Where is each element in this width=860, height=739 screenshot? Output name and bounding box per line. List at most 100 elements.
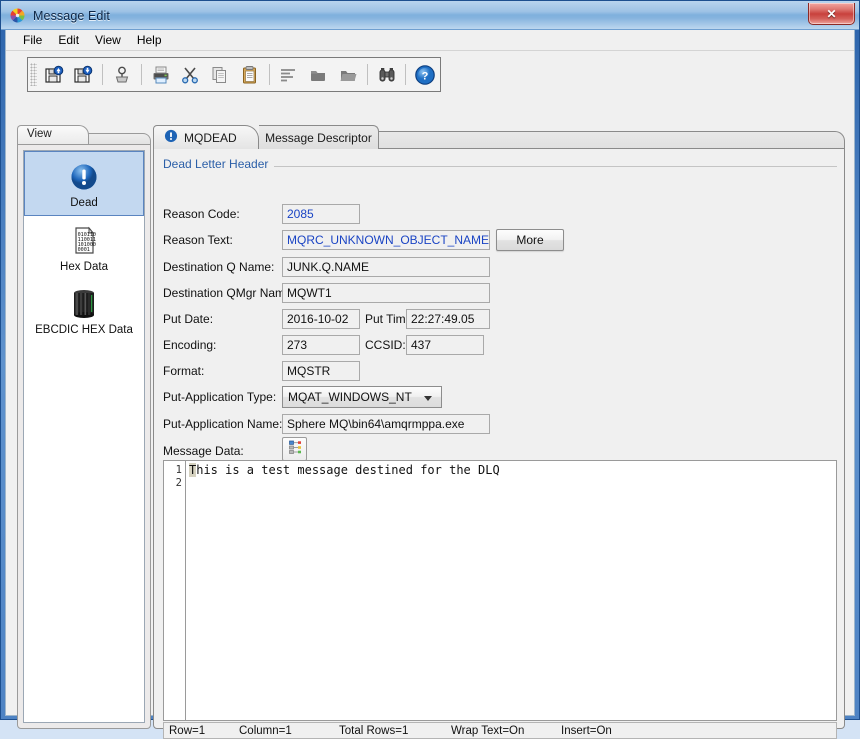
window-title: Message Edit xyxy=(33,8,110,23)
field-row-reason-code: Reason Code: 2085 xyxy=(154,204,834,225)
sidebar-item-label: EBCDIC HEX Data xyxy=(35,324,133,336)
field-row-put-date-time: Put Date: 2016-10-02 Put Time: 22:27:49.… xyxy=(154,309,834,330)
sidebar-item-label: Dead xyxy=(70,197,98,209)
field-row-put-application-type: Put-Application Type: MQAT_WINDOWS_NT xyxy=(154,386,834,408)
folder-dark-icon[interactable] xyxy=(304,60,332,89)
editor-line-1: his is a test message destined for the D… xyxy=(196,463,500,477)
label-ccsid: CCSID: xyxy=(365,338,406,352)
menu-help[interactable]: Help xyxy=(129,31,170,50)
search-pop-icon[interactable] xyxy=(108,60,136,89)
label-put-application-name: Put-Application Name: xyxy=(163,417,283,431)
field-row-reason-text: Reason Text: MQRC_UNKNOWN_OBJECT_NAME Mo… xyxy=(154,229,834,251)
tab-mqdead[interactable]: MQDEAD xyxy=(153,125,259,149)
toolbar-separator xyxy=(405,64,407,85)
left-view-pane: View Dead 010110 110011 101000 0001 Hex … xyxy=(17,125,151,729)
sidebar-item-hex-data[interactable]: 010110 110011 101000 0001 Hex Data xyxy=(24,216,144,279)
editor-text-area[interactable]: This is a test message destined for the … xyxy=(186,461,836,720)
input-ccsid[interactable]: 437 xyxy=(406,335,484,355)
mainframe-server-icon xyxy=(24,285,144,323)
title-bar-left: Message Edit xyxy=(9,7,110,24)
chevron-down-icon xyxy=(424,396,432,401)
cut-scissors-icon[interactable] xyxy=(176,60,204,89)
input-reason-text[interactable]: MQRC_UNKNOWN_OBJECT_NAME xyxy=(282,230,490,250)
toolbar-separator xyxy=(140,64,142,85)
status-wrap-text: Wrap Text=On xyxy=(451,724,525,737)
svg-text:0001: 0001 xyxy=(78,247,90,253)
view-icon-list: Dead 010110 110011 101000 0001 Hex Data … xyxy=(23,150,145,723)
folder-open-dark-icon[interactable] xyxy=(334,60,362,89)
tab-label: MQDEAD xyxy=(184,130,237,145)
left-pane-body: Dead 010110 110011 101000 0001 Hex Data … xyxy=(17,144,151,729)
label-reason-text: Reason Text: xyxy=(163,233,233,247)
tab-strip-filler xyxy=(379,131,845,149)
mqdead-panel: Dead Letter Header Reason Code: 2085 Rea… xyxy=(153,148,845,739)
toolbar-separator xyxy=(268,64,270,85)
pinwheel-icon xyxy=(9,7,26,24)
field-row-put-application-name: Put-Application Name: Sphere MQ\bin64\am… xyxy=(154,414,834,435)
save-up-icon[interactable] xyxy=(40,60,68,89)
sidebar-item-dead[interactable]: Dead xyxy=(24,151,144,216)
title-bar: Message Edit ✕ xyxy=(1,1,859,30)
label-message-data: Message Data: xyxy=(163,444,244,458)
input-encoding[interactable]: 273 xyxy=(282,335,360,355)
input-put-date[interactable]: 2016-10-02 xyxy=(282,309,360,329)
sidebar-item-label: Hex Data xyxy=(60,261,108,273)
paste-clipboard-icon[interactable] xyxy=(236,60,264,89)
menu-edit[interactable]: Edit xyxy=(50,31,87,50)
help-question-icon[interactable]: ? xyxy=(411,60,439,89)
input-destination-q-name[interactable]: JUNK.Q.NAME xyxy=(282,257,490,277)
field-row-destination-qmgr-name: Destination QMgr Name: MQWT1 xyxy=(154,283,834,304)
exclamation-circle-icon xyxy=(25,158,143,196)
tab-label: Message Descriptor xyxy=(265,130,372,145)
toolbar: ? xyxy=(27,57,441,92)
field-row-encoding-ccsid: Encoding: 273 CCSID: 437 xyxy=(154,335,834,356)
binoculars-icon[interactable] xyxy=(373,60,401,89)
input-destination-qmgr-name[interactable]: MQWT1 xyxy=(282,283,490,303)
menu-file[interactable]: File xyxy=(15,31,50,50)
line-number-gutter: 1 2 xyxy=(164,461,186,720)
field-row-message-data: Message Data: xyxy=(154,437,834,461)
select-value: MQAT_WINDOWS_NT xyxy=(288,390,412,404)
application-window: Message Edit ✕ File Edit View Help ? Vie… xyxy=(0,0,860,739)
message-data-editor[interactable]: 1 2 This is a test message destined for … xyxy=(163,460,837,721)
editor-status-bar: Row=1 Column=1 Total Rows=1 Wrap Text=On… xyxy=(163,722,837,739)
group-title-dead-letter-header: Dead Letter Header xyxy=(163,157,275,171)
svg-text:?: ? xyxy=(422,70,429,82)
label-destination-q-name: Destination Q Name: xyxy=(163,260,275,274)
field-row-format: Format: MQSTR xyxy=(154,361,834,382)
status-insert: Insert=On xyxy=(561,724,612,737)
input-put-application-name[interactable]: Sphere MQ\bin64\amqrmppa.exe xyxy=(282,414,490,434)
input-reason-code[interactable]: 2085 xyxy=(282,204,360,224)
menu-view[interactable]: View xyxy=(87,31,129,50)
client-area: File Edit View Help ? View Dead 010110 1… xyxy=(5,30,855,739)
input-put-time[interactable]: 22:27:49.05 xyxy=(406,309,490,329)
tab-message-descriptor[interactable]: Message Descriptor xyxy=(259,125,379,149)
select-put-application-type[interactable]: MQAT_WINDOWS_NT xyxy=(282,386,442,408)
status-row: Row=1 xyxy=(169,724,206,737)
right-detail-pane: Message Descriptor MQDEAD Dead Letter He… xyxy=(153,125,845,739)
copy-icon[interactable] xyxy=(206,60,234,89)
field-row-destination-q-name: Destination Q Name: JUNK.Q.NAME xyxy=(154,257,834,278)
more-button[interactable]: More xyxy=(496,229,564,251)
label-destination-qmgr-name: Destination QMgr Name: xyxy=(163,286,296,300)
status-column: Column=1 xyxy=(239,724,292,737)
save-down-icon[interactable] xyxy=(69,60,97,89)
label-format: Format: xyxy=(163,364,205,378)
label-put-date: Put Date: xyxy=(163,312,214,326)
label-put-application-type: Put-Application Type: xyxy=(163,390,277,404)
tab-strip: Message Descriptor MQDEAD xyxy=(153,125,845,149)
close-button[interactable]: ✕ xyxy=(808,3,855,25)
tab-view[interactable]: View xyxy=(17,125,89,145)
message-data-tree-icon-button[interactable] xyxy=(282,437,307,461)
exclamation-circle-icon xyxy=(164,129,178,146)
input-format[interactable]: MQSTR xyxy=(282,361,360,381)
print-icon[interactable] xyxy=(147,60,175,89)
menu-bar: File Edit View Help xyxy=(6,30,854,51)
align-left-icon[interactable] xyxy=(275,60,303,89)
message-data-tree-icon xyxy=(287,439,303,460)
toolbar-grip[interactable] xyxy=(30,63,37,86)
sidebar-item-ebcdic-hex-data[interactable]: EBCDIC HEX Data xyxy=(24,279,144,342)
label-reason-code: Reason Code: xyxy=(163,207,240,221)
binary-document-icon: 010110 110011 101000 0001 xyxy=(24,222,144,260)
toolbar-separator xyxy=(366,64,368,85)
